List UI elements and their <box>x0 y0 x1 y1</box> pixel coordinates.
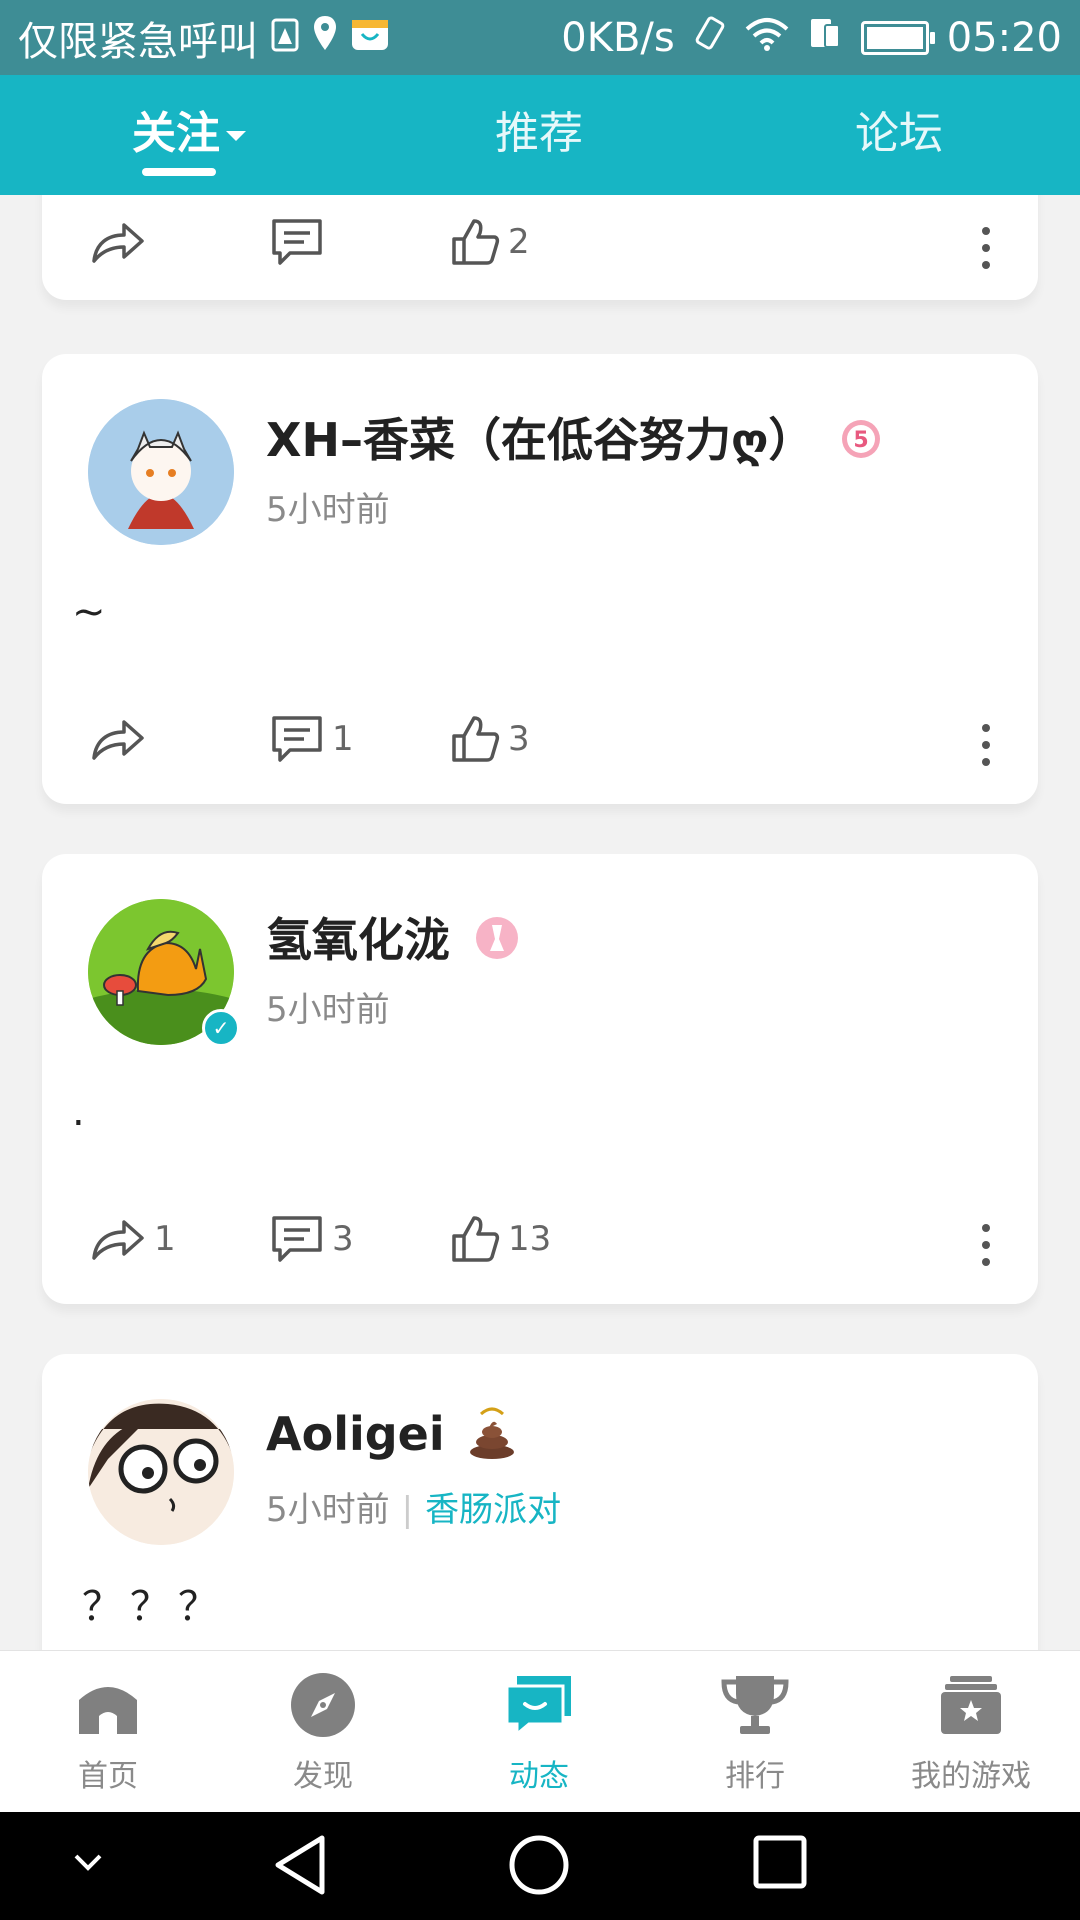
username[interactable]: 氢氧化泷 <box>266 913 450 967</box>
vibrate-icon <box>693 14 727 62</box>
number-five-badge-icon: 5 <box>840 417 882 471</box>
avatar[interactable] <box>88 399 234 545</box>
nav-feed[interactable]: 动态 <box>464 1665 614 1795</box>
tab-following[interactable]: 关注 <box>132 97 246 161</box>
username[interactable]: Aoligei <box>266 1407 445 1461</box>
back-button[interactable] <box>272 1834 328 1900</box>
share-button[interactable] <box>90 217 146 267</box>
topic-tag[interactable]: 香肠派对 <box>425 1490 561 1530</box>
svg-text:5: 5 <box>854 428 869 453</box>
share-icon <box>92 720 144 760</box>
carrier-text: 仅限紧急呼叫 <box>18 18 258 65</box>
post-card[interactable]: ✓ 氢氧化泷 5小时前 . 1 3 13 <box>42 854 1038 1304</box>
top-tab-bar: 关注 推荐 论坛 <box>0 75 1080 195</box>
nav-home-label: 首页 <box>78 1759 138 1794</box>
nav-discover[interactable]: 发现 <box>248 1665 398 1795</box>
recents-button[interactable] <box>752 1834 808 1894</box>
like-count: 3 <box>508 719 530 759</box>
verified-icon: ✓ <box>202 1009 240 1047</box>
tab-recommend[interactable]: 推荐 <box>495 97 583 161</box>
back-triangle-icon <box>275 1835 325 1895</box>
trophy-icon <box>721 1676 789 1734</box>
nav-ranking-label: 排行 <box>725 1759 785 1794</box>
wifi-icon <box>745 15 789 61</box>
clock: 05:20 <box>946 14 1062 61</box>
divider: | <box>401 1490 414 1530</box>
comment-count: 1 <box>332 719 354 759</box>
post-card[interactable]: Aoligei 5小时前 | 香肠派对 ？？？ <box>42 1354 1038 1650</box>
comment-button[interactable] <box>270 217 324 267</box>
comment-icon <box>272 716 322 762</box>
home-circle-icon <box>509 1835 569 1895</box>
poop-emoji-icon <box>467 1404 517 1471</box>
comment-button[interactable]: 1 <box>270 714 354 764</box>
thumbs-up-icon <box>452 1216 500 1262</box>
share-icon <box>92 223 144 263</box>
home-icon <box>79 1687 137 1734</box>
comment-button[interactable]: 3 <box>270 1214 354 1264</box>
location-icon <box>312 14 338 62</box>
more-options-button[interactable] <box>982 724 990 775</box>
post-time: 5小时前 <box>266 490 390 530</box>
recents-square-icon <box>753 1835 807 1889</box>
share-icon <box>92 1220 144 1260</box>
nav-feed-label: 动态 <box>509 1759 569 1794</box>
more-options-button[interactable] <box>982 1224 990 1275</box>
like-button[interactable]: 13 <box>450 1214 551 1264</box>
share-button[interactable] <box>90 714 146 764</box>
app-store-icon <box>350 14 390 62</box>
status-bar: 仅限紧急呼叫 0KB/s 05:20 <box>0 0 1080 75</box>
avatar[interactable] <box>88 1399 234 1545</box>
comment-count: 3 <box>332 1219 354 1259</box>
tab-recommend-label: 推荐 <box>495 108 583 159</box>
system-navigation-bar <box>0 1812 1080 1920</box>
more-options-button[interactable] <box>982 227 990 278</box>
pink-medal-badge-icon <box>474 915 520 972</box>
nav-my-games-label: 我的游戏 <box>911 1759 1031 1794</box>
like-count: 13 <box>508 1219 552 1259</box>
username[interactable]: XH–香菜（在低谷努力ღ） <box>266 413 814 467</box>
hide-nav-button[interactable] <box>70 1848 106 1882</box>
nav-my-games[interactable]: 我的游戏 <box>896 1665 1046 1795</box>
network-speed: 0KB/s <box>561 14 675 61</box>
chevron-down-icon <box>226 131 246 141</box>
feed-list[interactable]: 2 XH–香菜（在低谷努力ღ） 5 5小时前 ~ 1 3 ✓ 氢氧化泷 5小时前… <box>0 195 1080 1650</box>
battery-icon <box>860 20 935 55</box>
post-time: 5小时前 <box>266 990 390 1030</box>
game-box-icon <box>941 1676 1001 1734</box>
nav-home[interactable]: 首页 <box>33 1665 183 1795</box>
post-card[interactable]: XH–香菜（在低谷努力ღ） 5 5小时前 ~ 1 3 <box>42 354 1038 804</box>
post-content[interactable]: . <box>72 1089 85 1135</box>
post-time: 5小时前 <box>266 1490 390 1530</box>
nav-ranking[interactable]: 排行 <box>680 1665 830 1795</box>
post-content[interactable]: ？？？ <box>82 1574 226 1632</box>
tab-following-label: 关注 <box>132 108 220 159</box>
bottom-navigation: 首页 发现 动态 排行 我的游戏 <box>0 1650 1080 1813</box>
nav-discover-label: 发现 <box>293 1759 353 1794</box>
sim-warning-icon <box>270 14 300 62</box>
tab-forum-label: 论坛 <box>855 108 943 159</box>
tab-forum[interactable]: 论坛 <box>855 97 943 161</box>
like-button[interactable]: 2 <box>450 217 530 267</box>
thumbs-up-icon <box>452 219 500 265</box>
active-tab-indicator <box>142 168 216 176</box>
dual-sim-icon <box>807 15 843 61</box>
chevron-down-icon <box>74 1854 102 1871</box>
share-count: 1 <box>154 1219 176 1259</box>
comment-icon <box>272 1216 322 1262</box>
thumbs-up-icon <box>452 716 500 762</box>
like-count: 2 <box>508 222 530 262</box>
post-content[interactable]: ~ <box>72 589 106 635</box>
home-button[interactable] <box>508 1834 570 1900</box>
compass-icon <box>291 1673 355 1737</box>
post-card[interactable]: 2 <box>42 195 1038 300</box>
like-button[interactable]: 3 <box>450 714 530 764</box>
share-button[interactable]: 1 <box>90 1214 176 1264</box>
chat-bubble-icon <box>505 1676 571 1738</box>
comment-icon <box>272 219 322 265</box>
